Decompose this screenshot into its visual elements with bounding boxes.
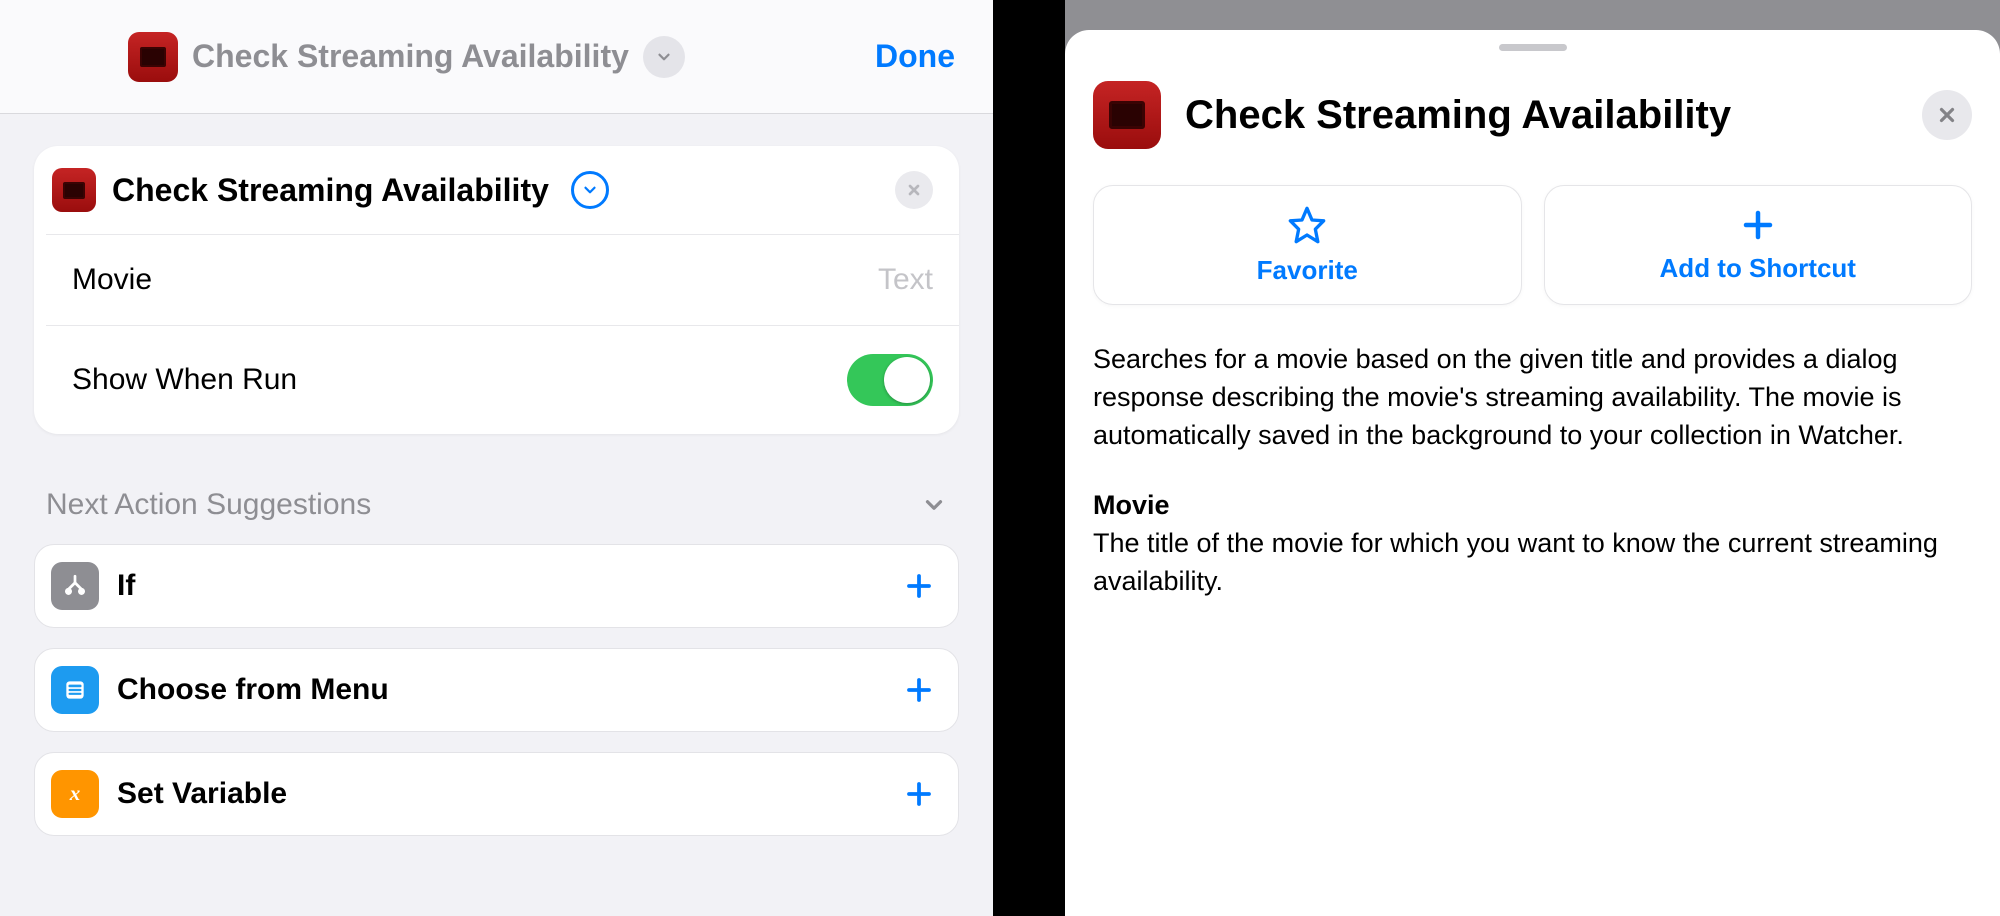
movie-parameter-row[interactable]: Movie Text bbox=[46, 234, 959, 325]
add-to-shortcut-label: Add to Shortcut bbox=[1660, 253, 1856, 284]
done-button[interactable]: Done bbox=[875, 38, 955, 75]
topbar: Check Streaming Availability Done bbox=[0, 0, 993, 114]
suggestion-label: If bbox=[117, 569, 135, 603]
suggestions-header[interactable]: Next Action Suggestions bbox=[34, 434, 959, 544]
movie-placeholder: Text bbox=[878, 263, 933, 297]
favorite-button[interactable]: Favorite bbox=[1093, 185, 1522, 305]
suggestion-if[interactable]: If bbox=[34, 544, 959, 628]
close-button[interactable] bbox=[1922, 90, 1972, 140]
info-action-row: Favorite Add to Shortcut bbox=[1093, 185, 1972, 305]
star-icon bbox=[1287, 205, 1327, 245]
shortcut-editor-pane: Check Streaming Availability Done Check … bbox=[0, 0, 993, 916]
show-when-run-toggle[interactable] bbox=[847, 354, 933, 406]
plus-icon bbox=[1740, 207, 1776, 243]
plus-icon[interactable] bbox=[904, 571, 934, 601]
suggestion-label: Set Variable bbox=[117, 777, 287, 811]
suggestions-heading: Next Action Suggestions bbox=[46, 488, 371, 522]
app-icon bbox=[128, 32, 178, 82]
info-sheet: Check Streaming Availability Favorite Ad… bbox=[1065, 30, 2000, 916]
suggestion-label: Choose from Menu bbox=[117, 673, 389, 707]
app-icon bbox=[52, 168, 96, 212]
param-description: The title of the movie for which you wan… bbox=[1093, 525, 1972, 601]
editor-area: Check Streaming Availability Movie Text … bbox=[0, 114, 993, 856]
action-description: Searches for a movie based on the given … bbox=[1093, 341, 1972, 454]
delete-action-button[interactable] bbox=[895, 171, 933, 209]
screenshot-divider bbox=[993, 0, 1065, 916]
suggestion-set-variable[interactable]: x Set Variable bbox=[34, 752, 959, 836]
plus-icon[interactable] bbox=[904, 779, 934, 809]
action-card-header: Check Streaming Availability bbox=[34, 146, 959, 234]
info-pane: Check Streaming Availability Favorite Ad… bbox=[1065, 0, 2000, 916]
movie-label: Movie bbox=[72, 263, 152, 297]
add-to-shortcut-button[interactable]: Add to Shortcut bbox=[1544, 185, 1973, 305]
param-name: Movie bbox=[1093, 490, 1972, 521]
favorite-label: Favorite bbox=[1257, 255, 1358, 286]
variable-icon: x bbox=[51, 770, 99, 818]
show-when-run-row: Show When Run bbox=[46, 325, 959, 434]
menu-icon bbox=[51, 666, 99, 714]
topbar-title: Check Streaming Availability bbox=[192, 38, 629, 75]
sheet-grabber[interactable] bbox=[1499, 44, 1567, 51]
show-when-run-label: Show When Run bbox=[72, 363, 297, 397]
action-title: Check Streaming Availability bbox=[112, 172, 549, 209]
plus-icon[interactable] bbox=[904, 675, 934, 705]
action-card: Check Streaming Availability Movie Text … bbox=[34, 146, 959, 434]
chevron-down-icon bbox=[921, 492, 947, 518]
chevron-down-icon[interactable] bbox=[643, 36, 685, 78]
suggestion-choose-from-menu[interactable]: Choose from Menu bbox=[34, 648, 959, 732]
app-icon bbox=[1093, 81, 1161, 149]
branch-icon bbox=[51, 562, 99, 610]
info-title: Check Streaming Availability bbox=[1185, 93, 1898, 137]
svg-text:x: x bbox=[69, 781, 81, 805]
expand-button[interactable] bbox=[571, 171, 609, 209]
info-header: Check Streaming Availability bbox=[1093, 81, 1972, 149]
